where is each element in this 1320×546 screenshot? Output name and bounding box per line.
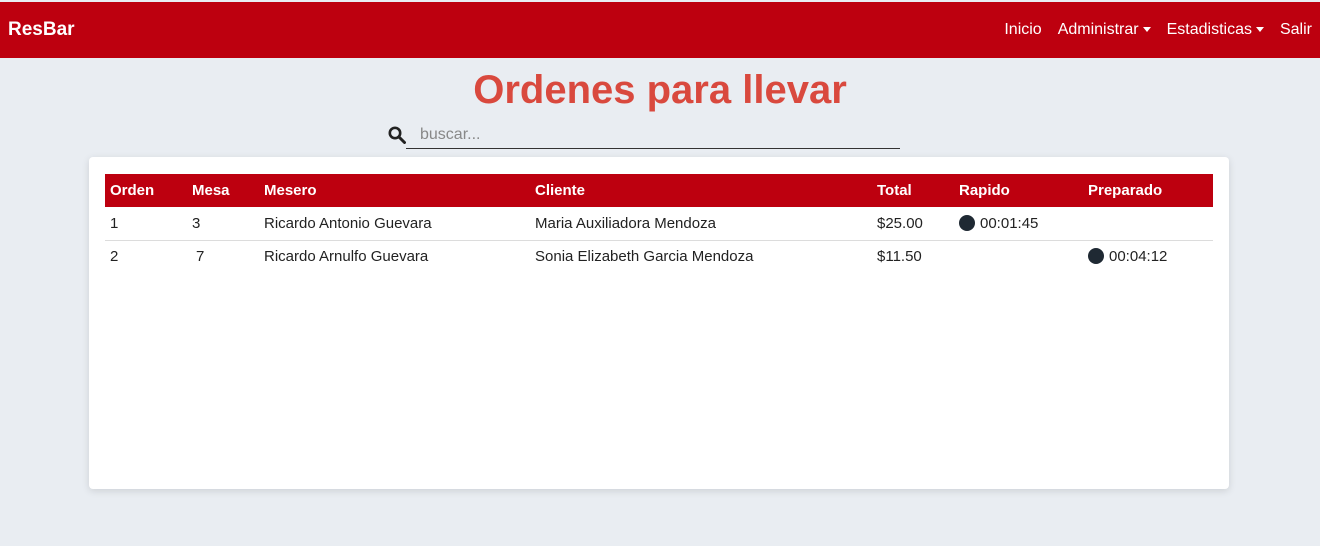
nav-link-label: Salir — [1279, 21, 1312, 38]
cell-cliente: Maria Auxiliadora Mendoza — [535, 214, 716, 232]
cell-cliente: Sonia Elizabeth Garcia Mendoza — [535, 248, 754, 266]
cell-preparado: 00:04:12 — [1083, 240, 1213, 273]
rapido-timer: 00:01:45 — [980, 214, 1039, 232]
nav-link-label: Estadisticas — [1166, 21, 1252, 38]
nav-link-label: Administrar — [1057, 21, 1139, 38]
cell-mesa: 3 — [192, 214, 201, 232]
brand-logo[interactable]: ResBar — [8, 19, 75, 41]
cell-orden: 1 — [110, 214, 119, 232]
navbar: ResBar Inicio Administrar Estadisticas S… — [0, 2, 1320, 58]
orders-table: Orden Mesa Mesero Cliente Total Rapido P… — [105, 174, 1213, 273]
column-header-rapido: Rapido — [959, 182, 1010, 199]
cell-rapido: 00:01:45 — [954, 207, 1083, 240]
status-dot-icon — [1088, 248, 1104, 265]
nav-dropdown-administrar[interactable]: Administrar — [1058, 21, 1151, 39]
cell-rapido — [954, 240, 1083, 273]
orders-card: Orden Mesa Mesero Cliente Total Rapido P… — [89, 157, 1229, 489]
nav-link-label: Inicio — [1004, 21, 1042, 38]
nav-dropdown-estadisticas[interactable]: Estadisticas — [1167, 21, 1264, 39]
cell-total: $25.00 — [877, 214, 923, 232]
column-header-preparado: Preparado — [1088, 182, 1163, 199]
search-icon — [388, 126, 406, 144]
caret-down-icon — [1255, 26, 1264, 32]
search-input[interactable] — [406, 122, 900, 149]
cell-mesero: Ricardo Arnulfo Guevara — [264, 248, 429, 266]
cell-preparado — [1083, 207, 1213, 240]
search-bar — [388, 122, 900, 150]
table-header-row: Orden Mesa Mesero Cliente Total Rapido P… — [105, 174, 1213, 207]
nav-link-inicio[interactable]: Inicio — [1004, 21, 1041, 39]
table-row[interactable]: 2 7 Ricardo Arnulfo Guevara Sonia Elizab… — [105, 240, 1213, 273]
status-dot-icon — [959, 214, 975, 231]
caret-down-icon — [1142, 26, 1151, 32]
cell-mesero: Ricardo Antonio Guevara — [264, 214, 432, 232]
cell-total: $11.50 — [877, 248, 922, 266]
column-header-orden: Orden — [110, 182, 155, 199]
column-header-total: Total — [877, 182, 912, 199]
table-row[interactable]: 1 3 Ricardo Antonio Guevara Maria Auxili… — [105, 207, 1213, 240]
column-header-mesero: Mesero — [264, 182, 317, 199]
nav-links: Inicio Administrar Estadisticas Salir — [988, 21, 1312, 39]
preparado-timer: 00:04:12 — [1109, 248, 1168, 266]
cell-mesa: 7 — [196, 248, 205, 266]
nav-link-salir[interactable]: Salir — [1280, 21, 1312, 39]
column-header-cliente: Cliente — [535, 182, 586, 199]
cell-orden: 2 — [110, 248, 119, 266]
page-title: Ordenes para llevar — [473, 68, 847, 112]
column-header-mesa: Mesa — [192, 182, 230, 199]
